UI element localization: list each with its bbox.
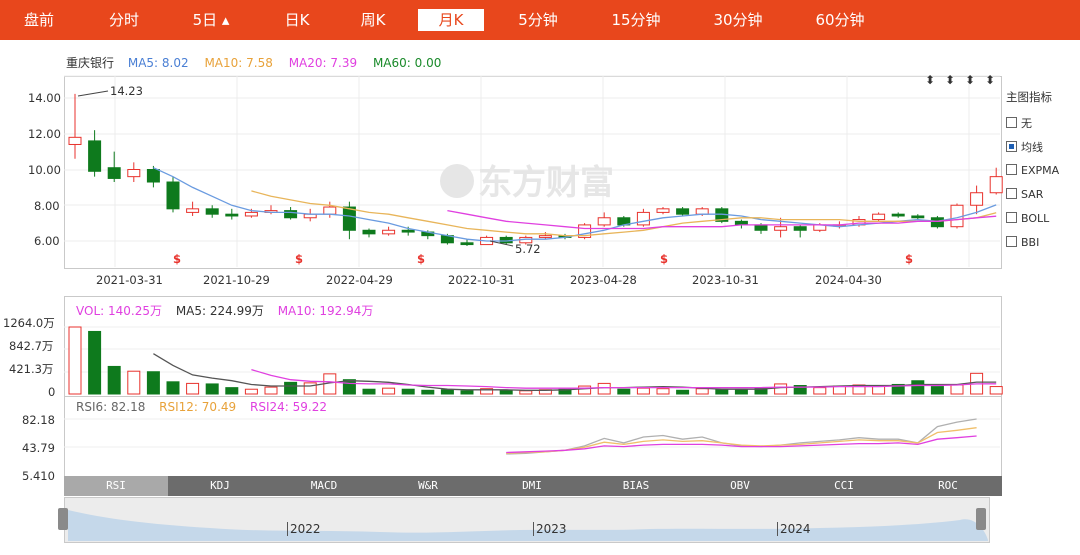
indicator-option-none[interactable]: 无 — [1006, 115, 1032, 131]
checkbox-icon[interactable] — [1006, 212, 1017, 223]
dividend-marker-icon[interactable]: $ — [173, 252, 181, 266]
vol-tick-mid: 842.7万 — [9, 339, 54, 353]
indicator-option-expma[interactable]: EXPMA — [1006, 164, 1059, 177]
tab-bias[interactable]: BIAS — [584, 476, 688, 496]
price-tick-10: 10.00 — [28, 163, 61, 177]
low-price-label: 5.72 — [515, 242, 541, 256]
rsi24-value: RSI24: 59.22 — [249, 400, 327, 414]
dividend-marker-icon[interactable]: $ — [417, 252, 425, 266]
ma5-value: MA5: 8.02 — [127, 56, 189, 70]
ma20-value: MA20: 7.39 — [288, 56, 358, 70]
checkbox-icon[interactable] — [1006, 236, 1017, 247]
indicator-option-ma[interactable]: 均线 — [1006, 139, 1043, 155]
rsi-legend: RSI6: 82.18 RSI12: 70.49 RSI24: 59.22 — [76, 400, 327, 414]
indicator-option-sar[interactable]: SAR — [1006, 188, 1043, 201]
dividend-marker-icon[interactable]: $ — [660, 252, 668, 266]
date-tick-2023-04: 2023-04-28 — [570, 273, 637, 287]
rsi-tick-min: 5.410 — [22, 469, 55, 483]
vol-tick-max: 1264.0万 — [3, 316, 55, 330]
range-navigator[interactable] — [64, 497, 990, 543]
tab-30min[interactable]: 30分钟 — [702, 9, 774, 31]
tab-15min[interactable]: 15分钟 — [600, 9, 672, 31]
checkbox-icon[interactable] — [1006, 117, 1017, 128]
tab-cci[interactable]: CCI — [792, 476, 896, 496]
indicator-option-boll[interactable]: BOLL — [1006, 212, 1049, 225]
ma60-value: MA60: 0.00 — [372, 56, 442, 70]
rsi-tick-mid: 43.79 — [22, 441, 55, 455]
option-label: EXPMA — [1021, 164, 1060, 177]
navigator-year-2022: 2022 — [287, 522, 321, 536]
vol-ma5-value: MA5: 224.99万 — [175, 304, 264, 318]
tab-60min[interactable]: 60分钟 — [804, 9, 876, 31]
indicator-tab-bar: RSI KDJ MACD W&R DMI BIAS OBV CCI ROC — [64, 476, 1002, 496]
tab-dmi[interactable]: DMI — [480, 476, 584, 496]
vol-tick-zero: 0 — [48, 385, 56, 399]
option-label: BBI — [1021, 236, 1040, 249]
tab-5day[interactable]: 5日 ▴ — [180, 9, 242, 31]
price-tick-8: 8.00 — [34, 199, 60, 213]
checkbox-icon[interactable] — [1006, 188, 1017, 199]
rsi12-value: RSI12: 70.49 — [159, 400, 237, 414]
tab-macd[interactable]: MACD — [272, 476, 376, 496]
period-tab-bar: 盘前 分时 5日 ▴ 日K 周K 月K 5分钟 15分钟 30分钟 60分钟 — [0, 0, 1080, 40]
date-tick-2022-04: 2022-04-29 — [326, 273, 393, 287]
indicator-option-bbi[interactable]: BBI — [1006, 236, 1039, 249]
option-label: BOLL — [1021, 212, 1050, 225]
date-tick-2022-10: 2022-10-31 — [448, 273, 515, 287]
event-arrow-icon[interactable]: ⬍ — [965, 73, 975, 87]
option-label: SAR — [1021, 188, 1044, 201]
high-price-label: 14.23 — [110, 84, 143, 98]
checkbox-checked-icon[interactable] — [1006, 141, 1017, 152]
date-tick-2024-04: 2024-04-30 — [815, 273, 882, 287]
option-label: 均线 — [1021, 141, 1043, 154]
ma-legend: 重庆银行 MA5: 8.02 MA10: 7.58 MA20: 7.39 MA6… — [66, 54, 441, 71]
date-tick-2021-10: 2021-10-29 — [203, 273, 270, 287]
watermark-text: 东方财富 — [478, 163, 614, 203]
date-tick-2023-10: 2023-10-31 — [692, 273, 759, 287]
tab-5min[interactable]: 5分钟 — [505, 9, 571, 31]
dividend-marker-icon[interactable]: $ — [905, 252, 913, 266]
tab-wr[interactable]: W&R — [376, 476, 480, 496]
rsi6-value: RSI6: 82.18 — [76, 400, 146, 414]
stock-name: 重庆银行 — [66, 56, 115, 70]
tab-daily-k[interactable]: 日K — [268, 9, 326, 31]
vol-tick-low: 421.3万 — [9, 362, 54, 376]
watermark-logo-icon — [440, 164, 474, 198]
ma10-value: MA10: 7.58 — [204, 56, 273, 70]
tab-rsi[interactable]: RSI — [64, 476, 168, 496]
tab-obv[interactable]: OBV — [688, 476, 792, 496]
price-tick-12: 12.00 — [28, 127, 61, 141]
event-arrow-icon[interactable]: ⬍ — [985, 73, 995, 87]
main-indicator-title: 主图指标 — [1006, 90, 1052, 104]
checkbox-icon[interactable] — [1006, 164, 1017, 175]
navigator-year-2023: 2023 — [533, 522, 567, 536]
price-tick-14: 14.00 — [28, 91, 61, 105]
navigator-year-2024: 2024 — [777, 522, 811, 536]
rsi-tick-max: 82.18 — [22, 413, 55, 427]
vol-ma10-value: MA10: 192.94万 — [277, 304, 374, 318]
event-arrow-icon[interactable]: ⬍ — [925, 73, 935, 87]
navigator-handle-left[interactable] — [58, 508, 68, 530]
tab-roc[interactable]: ROC — [896, 476, 1000, 496]
tab-monthly-k[interactable]: 月K — [418, 9, 484, 31]
date-tick-2021-03: 2021-03-31 — [96, 273, 163, 287]
tab-weekly-k[interactable]: 周K — [344, 9, 402, 31]
navigator-handle-right[interactable] — [976, 508, 986, 530]
option-label: 无 — [1021, 117, 1032, 130]
dividend-marker-icon[interactable]: $ — [295, 252, 303, 266]
event-arrow-icon[interactable]: ⬍ — [945, 73, 955, 87]
volume-legend: VOL: 140.25万 MA5: 224.99万 MA10: 192.94万 — [76, 302, 373, 319]
vol-value: VOL: 140.25万 — [76, 304, 162, 318]
tab-kdj[interactable]: KDJ — [168, 476, 272, 496]
tab-premarket[interactable]: 盘前 — [10, 9, 68, 31]
price-tick-6: 6.00 — [34, 234, 60, 248]
watermark: 东方财富 — [440, 155, 614, 204]
tab-intraday[interactable]: 分时 — [95, 9, 153, 31]
